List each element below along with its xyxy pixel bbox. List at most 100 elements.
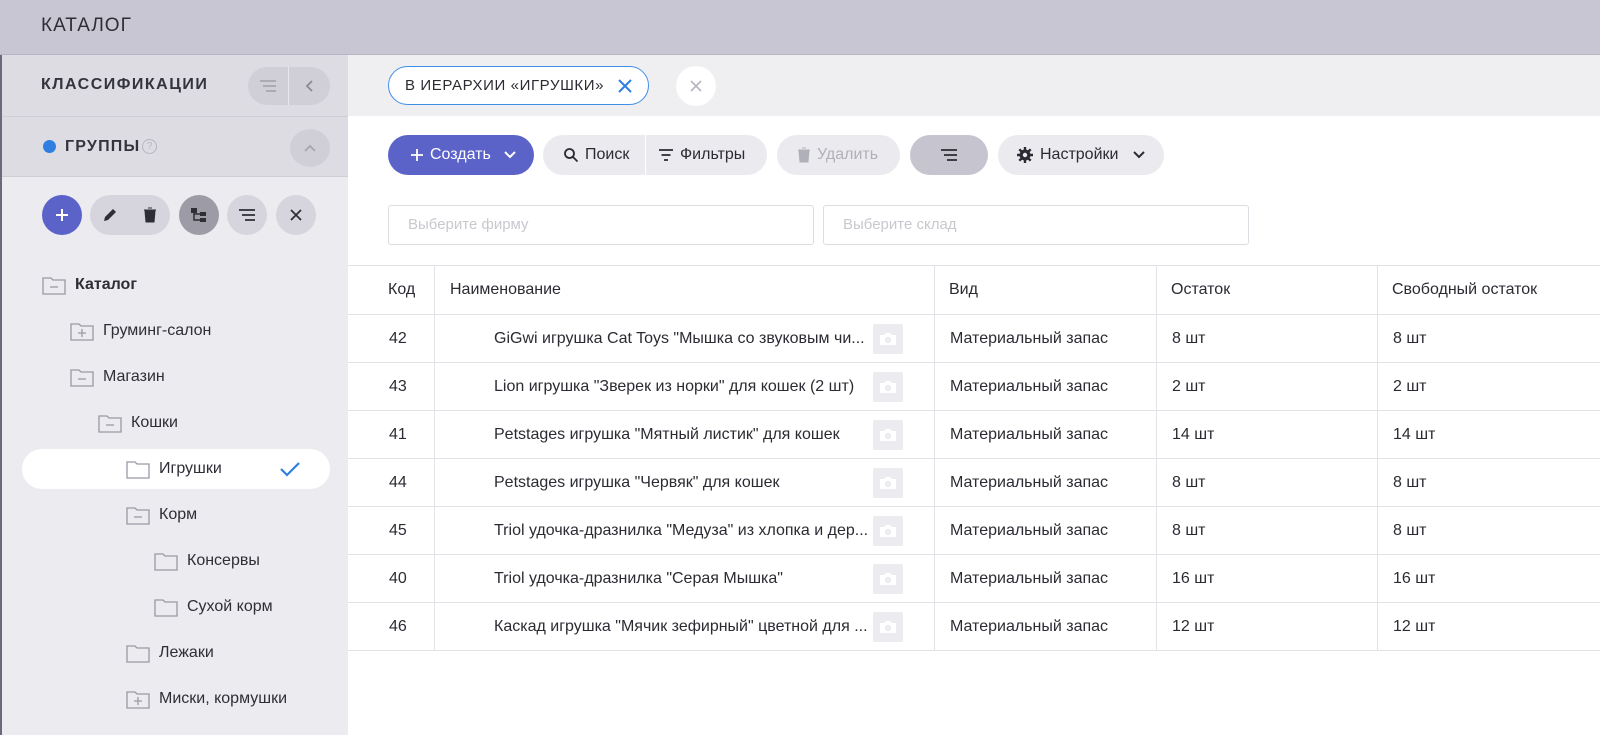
column-header-stock[interactable]: Остаток xyxy=(1171,266,1230,314)
tree-item-dry-food[interactable]: Сухой корм xyxy=(154,587,273,627)
remove-filter-icon[interactable] xyxy=(618,78,632,93)
tree-item-cats[interactable]: Кошки xyxy=(98,403,178,443)
warehouse-select[interactable]: Выберите склад xyxy=(823,205,1249,245)
tree-item-toys[interactable]: Игрушки xyxy=(22,449,330,489)
cell-code: 45 xyxy=(389,521,407,539)
sort-button[interactable] xyxy=(910,135,988,175)
tree-item-label: Магазин xyxy=(103,368,165,385)
help-icon[interactable]: ? xyxy=(142,139,157,154)
hierarchy-view-button[interactable] xyxy=(179,195,219,235)
plus-icon xyxy=(56,209,68,221)
add-group-button[interactable] xyxy=(42,195,82,235)
search-label: Поиск xyxy=(585,146,630,163)
cell-stock: 8 шт xyxy=(1172,521,1206,539)
settings-label: Настройки xyxy=(1040,146,1119,163)
tree-item-food[interactable]: Корм xyxy=(126,495,197,535)
cell-code: 42 xyxy=(389,329,407,347)
camera-icon[interactable] xyxy=(873,468,903,498)
folder-icon xyxy=(126,645,150,663)
tree-item-shop[interactable]: Магазин xyxy=(70,357,165,397)
cell-kind: Материальный запас xyxy=(950,377,1109,395)
trash-icon xyxy=(144,207,156,223)
folder-icon xyxy=(154,599,178,617)
firm-select[interactable]: Выберите фирму xyxy=(388,205,814,245)
edit-group-button[interactable] xyxy=(90,195,130,235)
cell-name: Lion игрушка "Зверек из норки" для кошек… xyxy=(494,377,855,395)
folder-minus-icon xyxy=(70,369,94,387)
clear-filters-button[interactable] xyxy=(676,66,716,106)
cell-name: Triol удочка-дразнилка "Серая Мышка" xyxy=(494,569,783,587)
cell-name: Petstages игрушка "Мятный листик" для ко… xyxy=(494,425,840,443)
collapse-groups-button[interactable] xyxy=(290,129,330,167)
table-row[interactable]: 43 Lion игрушка "Зверек из норки" для кош… xyxy=(348,363,1600,411)
settings-button[interactable]: Настройки xyxy=(998,135,1164,175)
cell-code: 44 xyxy=(389,473,407,491)
pencil-icon xyxy=(104,209,116,221)
sidebar: КЛАССИФИКАЦИИ ГРУППЫ ? Каталог Груминг-с… xyxy=(0,55,348,735)
groups-status-dot xyxy=(43,140,56,153)
create-button[interactable]: Создать xyxy=(388,135,534,175)
cell-stock: 8 шт xyxy=(1172,329,1206,347)
tree-item-bowls[interactable]: Миски, кормушки xyxy=(126,679,287,719)
tree-item-catalog[interactable]: Каталог xyxy=(42,265,137,305)
collapse-sidebar-button[interactable] xyxy=(289,67,330,105)
cell-kind: Материальный запас xyxy=(950,473,1109,491)
cell-free-stock: 12 шт xyxy=(1393,617,1436,635)
column-header-name[interactable]: Наименование xyxy=(450,266,561,314)
column-header-code[interactable]: Код xyxy=(388,266,415,314)
hierarchy-filter-chip[interactable]: В ИЕРАРХИИ «ИГРУШКИ» xyxy=(388,66,650,105)
table-row[interactable]: 45 Triol удочка-дразнилка "Медуза" из хло… xyxy=(348,507,1600,555)
cell-free-stock: 8 шт xyxy=(1393,521,1427,539)
filters-button[interactable]: Фильтры xyxy=(645,135,767,175)
table-row[interactable]: 40 Triol удочка-дразнилка "Серая Мышка" Ма… xyxy=(348,555,1600,603)
cell-kind: Материальный запас xyxy=(950,521,1109,539)
folder-plus-icon xyxy=(126,691,150,709)
sort-list-button[interactable] xyxy=(248,67,289,105)
group-tools xyxy=(2,195,348,239)
tree-item-label: Консервы xyxy=(187,552,260,569)
camera-icon[interactable] xyxy=(873,612,903,642)
tree-item-beds[interactable]: Лежаки xyxy=(126,633,214,673)
tree-item-canned[interactable]: Консервы xyxy=(154,541,260,581)
create-label: Создать xyxy=(430,146,491,163)
chevron-up-icon xyxy=(304,144,316,152)
table-row[interactable]: 41 Petstages игрушка "Мятный листик" для … xyxy=(348,411,1600,459)
chevron-down-icon xyxy=(504,151,516,159)
active-filters-bar: В ИЕРАРХИИ «ИГРУШКИ» xyxy=(348,55,1600,116)
cell-kind: Материальный запас xyxy=(950,569,1109,587)
table-row[interactable]: 42 GiGwi игрушка Cat Toys "Мышка со звуко… xyxy=(348,315,1600,363)
column-header-free-stock[interactable]: Свободный остаток xyxy=(1392,266,1537,314)
delete-label: Удалить xyxy=(817,146,879,163)
table-row[interactable]: 46 Каскад игрушка "Мячик зефирный" цветно… xyxy=(348,603,1600,651)
tree-item-label: Корм xyxy=(159,506,198,523)
cell-code: 41 xyxy=(389,425,407,443)
folder-icon xyxy=(126,461,150,479)
cell-name: GiGwi игрушка Cat Toys "Мышка со звуковы… xyxy=(494,329,865,347)
cell-name: Triol удочка-дразнилка "Медуза" из хлопк… xyxy=(494,521,869,539)
search-button[interactable]: Поиск xyxy=(543,135,645,175)
tree-item-grooming[interactable]: Груминг-салон xyxy=(70,311,211,351)
table-row[interactable]: 44 Petstages игрушка "Червяк" для кошек Ма… xyxy=(348,459,1600,507)
delete-button[interactable]: Удалить xyxy=(777,135,900,175)
camera-icon[interactable] xyxy=(873,372,903,402)
chevron-down-icon xyxy=(1133,151,1146,159)
camera-icon[interactable] xyxy=(873,516,903,546)
close-tools-button[interactable] xyxy=(276,195,316,235)
page-title: КАТАЛОГ xyxy=(41,15,132,36)
camera-icon[interactable] xyxy=(873,324,903,354)
tree-item-label: Груминг-салон xyxy=(103,322,212,339)
column-header-kind[interactable]: Вид xyxy=(949,266,978,314)
filter-icon xyxy=(659,149,673,161)
sort-groups-button[interactable] xyxy=(227,195,267,235)
cell-free-stock: 8 шт xyxy=(1393,473,1427,491)
camera-icon[interactable] xyxy=(873,420,903,450)
folder-minus-icon xyxy=(42,277,66,295)
cell-free-stock: 2 шт xyxy=(1393,377,1427,395)
camera-icon[interactable] xyxy=(873,564,903,594)
groups-label: ГРУППЫ xyxy=(65,138,141,155)
main-content: В ИЕРАРХИИ «ИГРУШКИ» Создать Поиск Фильт… xyxy=(348,55,1600,735)
delete-group-button[interactable] xyxy=(130,195,170,235)
plus-icon xyxy=(411,149,423,161)
cell-code: 40 xyxy=(389,569,407,587)
groups-section-header[interactable]: ГРУППЫ ? xyxy=(2,117,348,177)
